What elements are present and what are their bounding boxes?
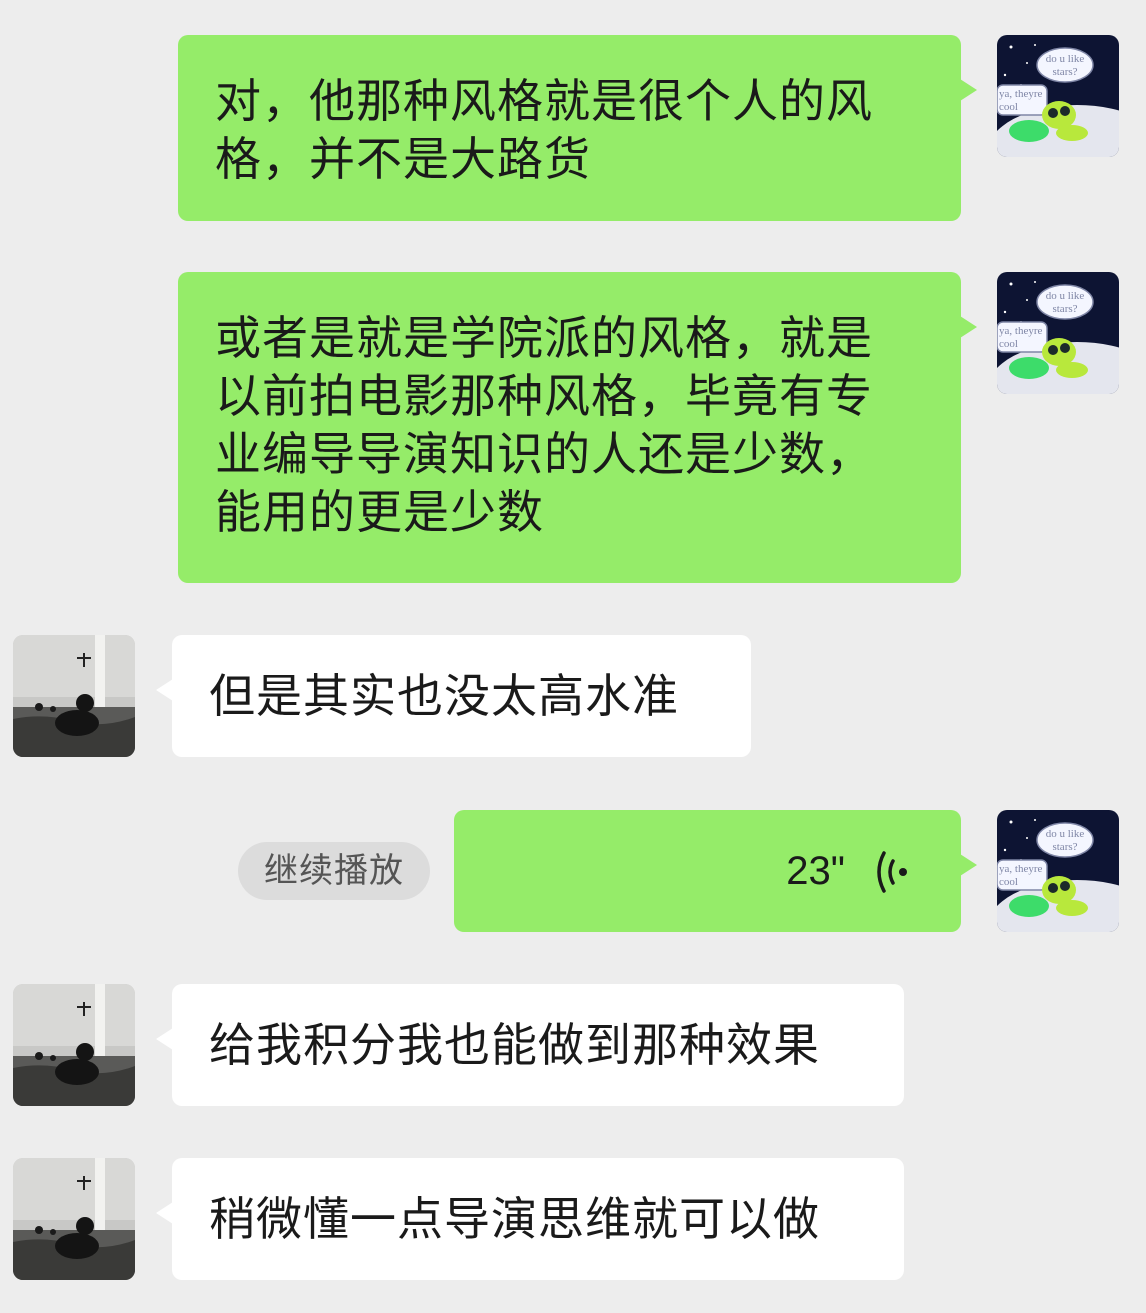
svg-text:ya, theyre: ya, theyre [999, 88, 1042, 100]
contact-avatar[interactable] [13, 984, 135, 1106]
self-avatar[interactable]: do u like stars? ya, theyre cool [997, 272, 1119, 394]
message-text-line: 以前拍电影那种风格，毕竟有专 [215, 369, 873, 423]
message-bubble-3[interactable]: 但是其实也没太高水准 [156, 635, 751, 757]
message-text-line: 业编导导演知识的人还是少数， [215, 427, 873, 481]
continue-playback-button[interactable]: 继续播放 [238, 842, 430, 900]
svg-text:stars?: stars? [1052, 66, 1077, 78]
message-bubble-1[interactable]: 对，他那种风格就是很个人的风 格，并不是大路货 [178, 35, 977, 221]
svg-text:do u like: do u like [1046, 53, 1085, 65]
message-text-line: 格，并不是大路货 [215, 132, 591, 186]
contact-avatar[interactable] [13, 1158, 135, 1280]
ocean-photo-avatar-icon [13, 635, 135, 757]
message-bubble-2[interactable]: 或者是就是学院派的风格，就是 以前拍电影那种风格，毕竟有专 业编导导演知识的人还… [178, 272, 977, 583]
svg-text:stars?: stars? [1052, 841, 1077, 853]
ocean-photo-avatar-icon [13, 1158, 135, 1280]
message-text-line: 但是其实也没太高水准 [209, 669, 679, 723]
svg-text:cool: cool [999, 338, 1018, 350]
message-bubble-6[interactable]: 稍微懂一点导演思维就可以做 [156, 1158, 904, 1280]
voice-message-bubble[interactable]: 23" [454, 810, 977, 932]
message-bubble-5[interactable]: 给我积分我也能做到那种效果 [156, 984, 904, 1106]
svg-text:ya, theyre: ya, theyre [999, 325, 1042, 337]
message-text-line: 对，他那种风格就是很个人的风 [215, 74, 873, 128]
svg-text:stars?: stars? [1052, 303, 1077, 315]
alien-avatar-icon: do u like stars? ya, theyre cool [997, 35, 1119, 157]
svg-text:ya, theyre: ya, theyre [999, 863, 1042, 875]
svg-text:cool: cool [999, 101, 1018, 113]
message-text-line: 给我积分我也能做到那种效果 [209, 1018, 820, 1072]
alien-avatar-icon: do u like stars? ya, theyre cool [997, 810, 1119, 932]
contact-avatar[interactable] [13, 635, 135, 757]
ocean-photo-avatar-icon [13, 984, 135, 1106]
voice-wave-icon [877, 851, 907, 893]
message-text-line: 能用的更是少数 [215, 485, 544, 539]
svg-text:do u like: do u like [1046, 828, 1085, 840]
message-text-line: 或者是就是学院派的风格，就是 [215, 311, 873, 365]
message-text-line: 稍微懂一点导演思维就可以做 [209, 1192, 820, 1246]
svg-text:cool: cool [999, 876, 1018, 888]
svg-text:do u like: do u like [1046, 290, 1085, 302]
alien-avatar-icon: do u like stars? ya, theyre cool [997, 272, 1119, 394]
voice-duration: 23" [786, 849, 845, 893]
self-avatar[interactable]: do u like stars? ya, theyre cool [997, 810, 1119, 932]
self-avatar[interactable]: do u like stars? ya, theyre cool [997, 35, 1119, 157]
